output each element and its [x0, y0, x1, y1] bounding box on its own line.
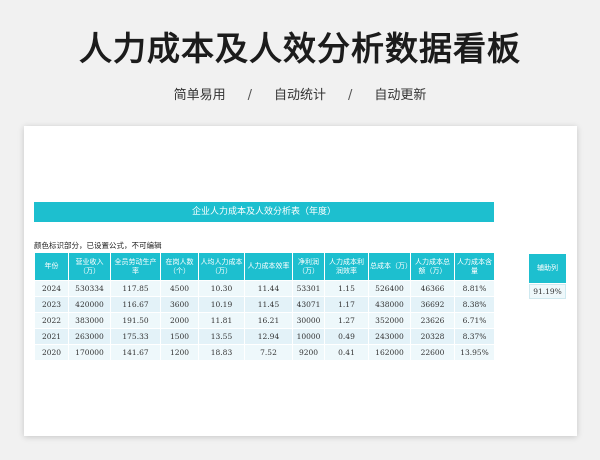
table-row: 2020 170000 141.67 1200 18.83 7.52 9200 0.41 162…	[34, 344, 495, 361]
table-cell[interactable]: 30000	[292, 312, 325, 329]
table-cell[interactable]: 36692	[410, 296, 455, 313]
table-cell[interactable]: 13.95%	[454, 344, 495, 361]
table-cell[interactable]: 43071	[292, 296, 325, 313]
table-cell[interactable]: 0.41	[324, 344, 369, 361]
table-cell[interactable]: 7.52	[244, 344, 293, 361]
table-cell[interactable]: 20328	[410, 328, 455, 345]
table-cell[interactable]: 3600	[160, 296, 199, 313]
table-cell[interactable]: 116.67	[110, 296, 161, 313]
table-cell[interactable]: 1.15	[324, 280, 369, 297]
table-cell[interactable]: 2021	[34, 328, 69, 345]
column-header[interactable]: 人力成本含量	[454, 252, 495, 281]
table-header-row: 年份 营业收入（万） 全员劳动生产率 在岗人数（个） 人均人力成本（万） 人力成…	[34, 252, 495, 281]
column-header[interactable]: 总成本（万）	[368, 252, 412, 281]
table-cell[interactable]: 420000	[68, 296, 111, 313]
table-cell[interactable]: 530334	[68, 280, 111, 297]
table-cell[interactable]: 162000	[368, 344, 411, 361]
column-header[interactable]: 年份	[34, 252, 69, 281]
table-cell[interactable]: 438000	[368, 296, 411, 313]
table-cell[interactable]: 191.50	[110, 312, 161, 329]
table-cell[interactable]: 8.37%	[454, 328, 495, 345]
table-cell[interactable]: 46366	[410, 280, 455, 297]
column-header[interactable]: 人力成本效率	[244, 252, 293, 281]
table-cell[interactable]: 1200	[160, 344, 199, 361]
table-cell[interactable]: 10.30	[198, 280, 245, 297]
table-cell[interactable]: 18.83	[198, 344, 245, 361]
helper-column-header[interactable]: 辅助列	[529, 254, 566, 283]
table-cell[interactable]: 117.85	[110, 280, 161, 297]
tag-easy-to-use: 简单易用	[173, 88, 226, 103]
table-cell[interactable]: 11.45	[244, 296, 293, 313]
table-cell[interactable]: 170000	[68, 344, 111, 361]
table-cell[interactable]: 2022	[34, 312, 69, 329]
table-cell[interactable]: 352000	[368, 312, 411, 329]
table-row: 2021 263000 175.33 1500 13.55 12.94 10000 0.49 2…	[34, 328, 495, 345]
table-cell[interactable]: 526400	[368, 280, 411, 297]
table-cell[interactable]: 8.38%	[454, 296, 495, 313]
cost-analysis-table: 年份 营业收入（万） 全员劳动生产率 在岗人数（个） 人均人力成本（万） 人力成…	[34, 252, 495, 361]
table-row: 2023 420000 116.67 3600 10.19 11.45 43071 1.17 4…	[34, 296, 495, 313]
column-header[interactable]: 人力成本利润效率	[324, 252, 369, 281]
table-cell[interactable]: 175.33	[110, 328, 161, 345]
table-cell[interactable]: 8.81%	[454, 280, 495, 297]
table-cell[interactable]: 2000	[160, 312, 199, 329]
table-row: 2022 383000 191.50 2000 11.81 16.21 30000 1.27 3…	[34, 312, 495, 329]
column-header[interactable]: 人力成本总额（万）	[410, 252, 455, 281]
table-cell[interactable]: 10000	[292, 328, 325, 345]
table-cell[interactable]: 10.19	[198, 296, 245, 313]
formula-note: 颜色标识部分，已设置公式，不可编辑	[34, 241, 162, 250]
column-header[interactable]: 人均人力成本（万）	[198, 252, 245, 281]
table-cell[interactable]: 243000	[368, 328, 411, 345]
table-cell[interactable]: 1.17	[324, 296, 369, 313]
table-cell[interactable]: 9200	[292, 344, 325, 361]
table-cell[interactable]: 23626	[410, 312, 455, 329]
spreadsheet-preview: 企业人力成本及人效分析表（年度） 颜色标识部分，已设置公式，不可编辑 年份 营业…	[24, 126, 577, 436]
table-cell[interactable]: 53301	[292, 280, 325, 297]
tag-auto-statistics: 自动统计	[273, 88, 326, 103]
table-row: 2024 530334 117.85 4500 10.30 11.44 53301 1.15 5…	[34, 280, 495, 297]
page-title: 人力成本及人效分析数据看板	[79, 29, 521, 68]
table-cell[interactable]: 2020	[34, 344, 69, 361]
tag-separator: /	[247, 88, 252, 103]
helper-column-value[interactable]: 91.19%	[529, 284, 566, 299]
table-cell[interactable]: 0.49	[324, 328, 369, 345]
table-cell[interactable]: 12.94	[244, 328, 293, 345]
table-cell[interactable]: 263000	[68, 328, 111, 345]
table-cell[interactable]: 11.44	[244, 280, 293, 297]
table-cell[interactable]: 13.55	[198, 328, 245, 345]
table-cell[interactable]: 2023	[34, 296, 69, 313]
table-banner: 企业人力成本及人效分析表（年度）	[34, 202, 494, 222]
table-cell[interactable]: 1.27	[324, 312, 369, 329]
tagline: 简单易用 / 自动统计 / 自动更新	[0, 84, 600, 103]
tag-auto-update: 自动更新	[374, 88, 427, 103]
table-cell[interactable]: 6.71%	[454, 312, 495, 329]
table-cell[interactable]: 22600	[410, 344, 455, 361]
table-cell[interactable]: 141.67	[110, 344, 161, 361]
column-header[interactable]: 营业收入（万）	[68, 252, 111, 281]
table-cell[interactable]: 2024	[34, 280, 69, 297]
table-cell[interactable]: 16.21	[244, 312, 293, 329]
table-cell[interactable]: 1500	[160, 328, 199, 345]
column-header[interactable]: 净利润（万）	[292, 252, 325, 281]
table-cell[interactable]: 4500	[160, 280, 199, 297]
column-header[interactable]: 在岗人数（个）	[160, 252, 199, 281]
tag-separator: /	[348, 88, 353, 103]
column-header[interactable]: 全员劳动生产率	[110, 252, 161, 281]
table-cell[interactable]: 383000	[68, 312, 111, 329]
table-cell[interactable]: 11.81	[198, 312, 245, 329]
